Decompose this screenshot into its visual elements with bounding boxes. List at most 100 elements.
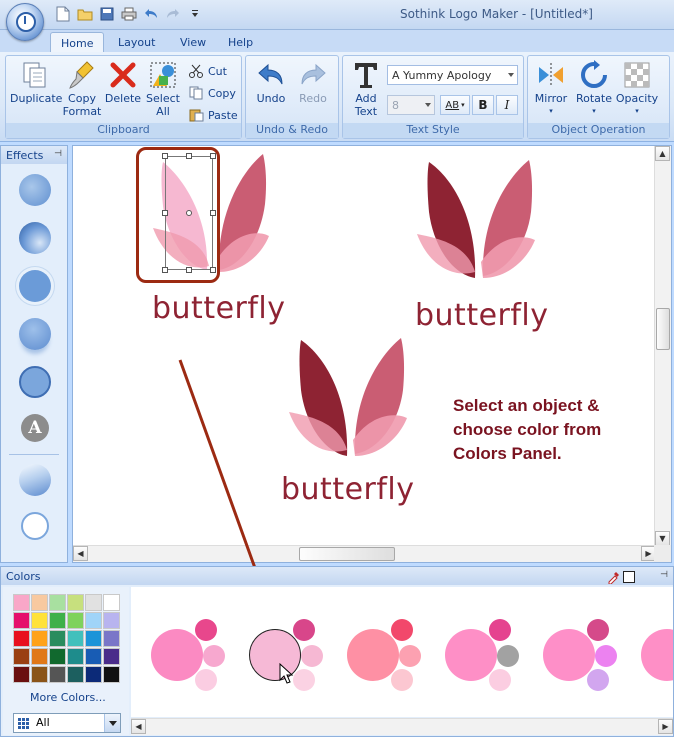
- color-swatch[interactable]: [85, 666, 102, 683]
- canvas-vertical-scrollbar[interactable]: ▲ ▼: [654, 146, 671, 546]
- redo-icon[interactable]: [164, 6, 182, 22]
- color-swatch[interactable]: [85, 594, 102, 611]
- cut-button[interactable]: Cut: [188, 62, 227, 80]
- scroll-down-icon[interactable]: ▼: [655, 531, 670, 546]
- canvas-horizontal-scrollbar[interactable]: ◀ ▶: [73, 545, 656, 562]
- color-preview-box[interactable]: [623, 571, 635, 583]
- butterfly-logo-2[interactable]: [411, 158, 551, 288]
- more-colors-link[interactable]: More Colors...: [30, 691, 106, 704]
- color-swatch[interactable]: [67, 648, 84, 665]
- font-family-select[interactable]: A Yummy Apology: [387, 65, 518, 85]
- effect-bevel-icon[interactable]: [19, 222, 51, 254]
- color-scheme[interactable]: [641, 615, 673, 695]
- scheme-color-dot[interactable]: [195, 669, 217, 691]
- color-scheme[interactable]: [445, 615, 535, 695]
- logo-text-3[interactable]: butterfly: [281, 472, 415, 507]
- scheme-color-dot[interactable]: [347, 629, 399, 681]
- scheme-color-dot[interactable]: [399, 645, 421, 667]
- vertical-scroll-thumb[interactable]: [656, 308, 670, 350]
- undo-button[interactable]: Undo: [252, 60, 290, 105]
- scheme-color-dot[interactable]: [587, 669, 609, 691]
- color-swatch[interactable]: [49, 648, 66, 665]
- color-swatch[interactable]: [31, 648, 48, 665]
- tab-view[interactable]: View: [170, 32, 216, 52]
- scheme-color-dot[interactable]: [151, 629, 203, 681]
- color-scheme[interactable]: [543, 615, 633, 695]
- color-swatch[interactable]: [49, 630, 66, 647]
- scheme-color-dot[interactable]: [489, 669, 511, 691]
- opacity-button[interactable]: Opacity ▾: [615, 60, 659, 118]
- pin-icon[interactable]: ⊣: [54, 149, 62, 159]
- color-swatch[interactable]: [31, 666, 48, 683]
- save-icon[interactable]: [98, 6, 116, 22]
- color-swatch[interactable]: [67, 630, 84, 647]
- scheme-color-dot[interactable]: [445, 629, 497, 681]
- scroll-left-icon[interactable]: ◀: [73, 546, 88, 561]
- scheme-color-dot[interactable]: [595, 645, 617, 667]
- schemes-horizontal-scrollbar[interactable]: ◀ ▶: [131, 718, 673, 735]
- scroll-right-icon[interactable]: ▶: [658, 719, 673, 734]
- redo-button[interactable]: Redo: [294, 60, 332, 105]
- butterfly-logo-3[interactable]: [283, 336, 423, 466]
- effect-glow-icon[interactable]: [19, 270, 51, 302]
- mirror-button[interactable]: Mirror ▾: [530, 60, 572, 118]
- color-filter-select[interactable]: All: [13, 713, 121, 733]
- color-swatch[interactable]: [103, 612, 120, 629]
- effect-text-style-icon[interactable]: A: [21, 414, 49, 442]
- scheme-color-dot[interactable]: [543, 629, 595, 681]
- chevron-down-icon[interactable]: [104, 714, 120, 732]
- scheme-color-dot[interactable]: [391, 669, 413, 691]
- bold-button[interactable]: B: [472, 95, 494, 115]
- letter-spacing-button[interactable]: AB ▾: [440, 95, 470, 115]
- scroll-up-icon[interactable]: ▲: [655, 146, 670, 161]
- new-file-icon[interactable]: [54, 6, 72, 22]
- color-scheme[interactable]: [347, 615, 437, 695]
- scheme-color-dot[interactable]: [293, 619, 315, 641]
- undo-icon[interactable]: [142, 6, 160, 22]
- application-menu-button[interactable]: [6, 3, 44, 41]
- color-swatch[interactable]: [85, 630, 102, 647]
- effect-flat-icon[interactable]: [19, 174, 51, 206]
- open-folder-icon[interactable]: [76, 6, 94, 22]
- color-swatch[interactable]: [67, 594, 84, 611]
- color-swatch[interactable]: [49, 594, 66, 611]
- color-swatch[interactable]: [103, 648, 120, 665]
- color-swatch[interactable]: [49, 612, 66, 629]
- scheme-color-dot[interactable]: [203, 645, 225, 667]
- scheme-color-dot[interactable]: [301, 645, 323, 667]
- color-swatch[interactable]: [31, 594, 48, 611]
- customize-toolbar-icon[interactable]: [186, 6, 204, 22]
- color-swatch[interactable]: [103, 630, 120, 647]
- paste-button[interactable]: Paste: [188, 106, 238, 124]
- color-swatch[interactable]: [49, 666, 66, 683]
- color-swatch[interactable]: [31, 612, 48, 629]
- tab-layout[interactable]: Layout: [108, 32, 165, 52]
- tab-home[interactable]: Home: [50, 32, 105, 52]
- effect-outline-icon[interactable]: [19, 366, 51, 398]
- color-swatch[interactable]: [31, 630, 48, 647]
- scheme-color-dot[interactable]: [497, 645, 519, 667]
- color-swatch[interactable]: [13, 612, 30, 629]
- pin-icon[interactable]: ⊣: [660, 570, 668, 580]
- scheme-color-dot[interactable]: [489, 619, 511, 641]
- color-swatch[interactable]: [67, 666, 84, 683]
- delete-button[interactable]: Delete: [104, 60, 142, 105]
- eyedropper-icon[interactable]: [607, 570, 621, 587]
- font-size-select[interactable]: 8: [387, 95, 435, 115]
- print-icon[interactable]: [120, 6, 138, 22]
- effect-reflection-icon[interactable]: [19, 318, 51, 350]
- horizontal-scroll-thumb[interactable]: [299, 547, 395, 561]
- rotate-button[interactable]: Rotate ▾: [573, 60, 615, 118]
- logo-text-1[interactable]: butterfly: [152, 291, 286, 326]
- color-swatch[interactable]: [13, 630, 30, 647]
- scheme-color-dot[interactable]: [195, 619, 217, 641]
- scroll-left-icon[interactable]: ◀: [131, 719, 146, 734]
- color-swatch[interactable]: [13, 666, 30, 683]
- tab-help[interactable]: Help: [218, 32, 263, 52]
- add-text-button[interactable]: Add Text: [347, 60, 385, 118]
- scheme-color-dot[interactable]: [641, 629, 673, 681]
- select-all-button[interactable]: Select All: [144, 60, 182, 118]
- copy-button[interactable]: Copy: [188, 84, 236, 102]
- logo-text-2[interactable]: butterfly: [415, 298, 549, 333]
- color-swatch[interactable]: [103, 666, 120, 683]
